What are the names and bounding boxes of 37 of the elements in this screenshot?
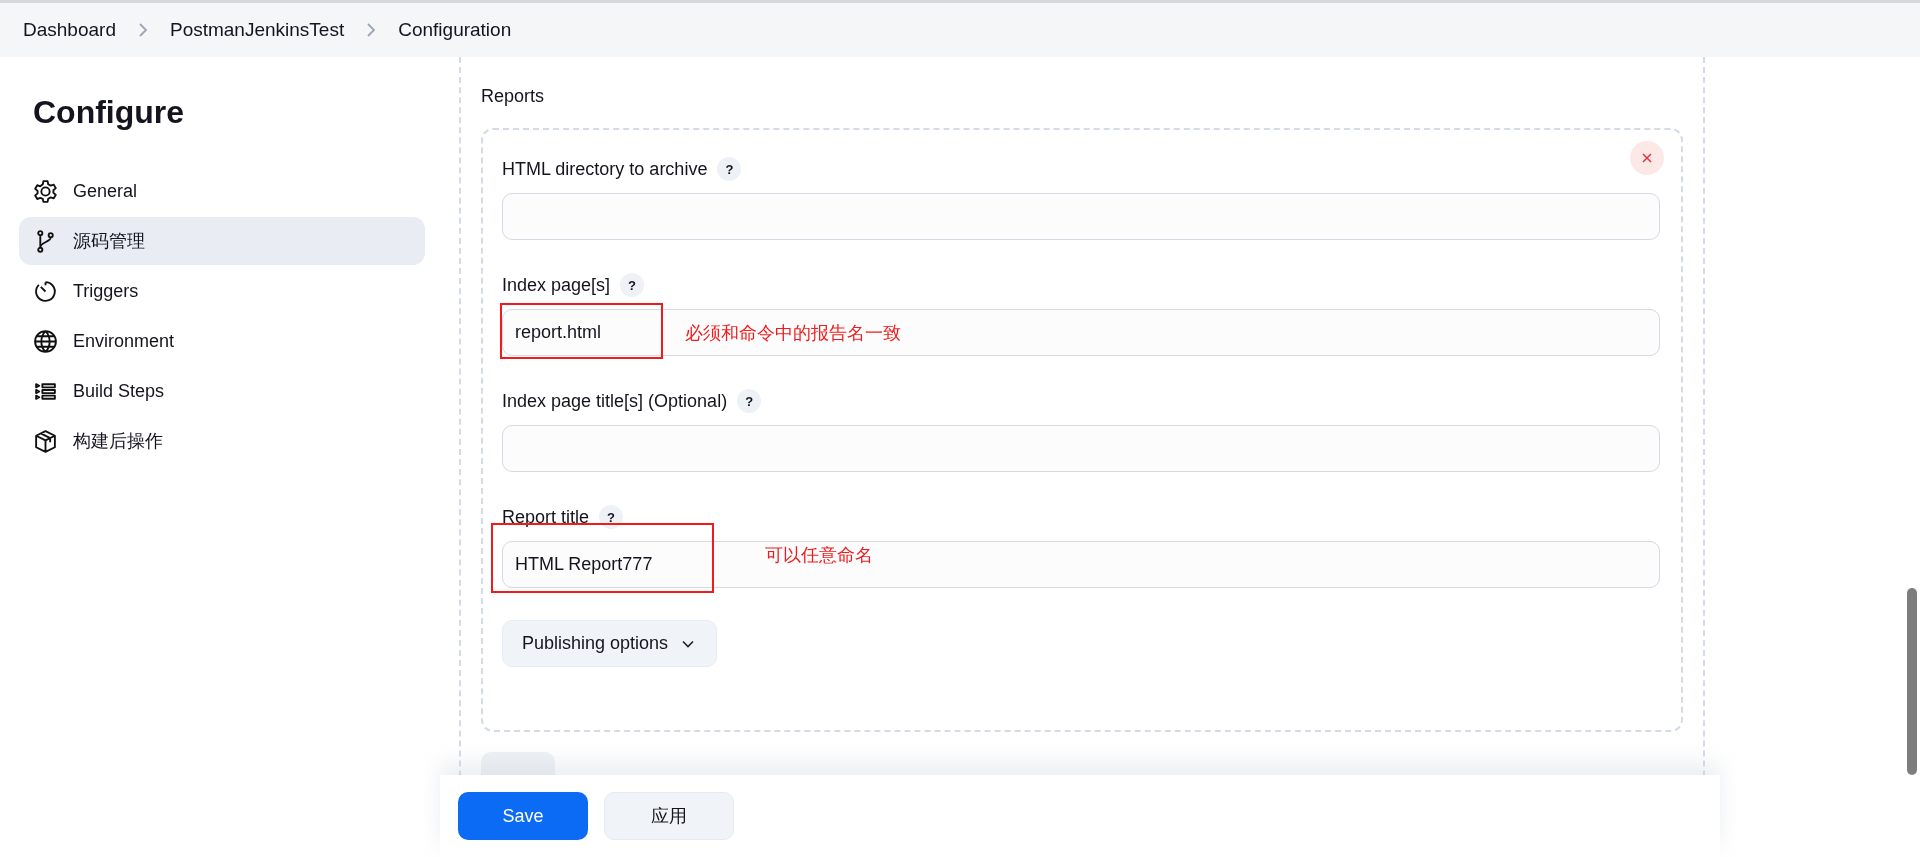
apply-button[interactable]: 应用	[604, 792, 734, 840]
input-field[interactable]	[502, 425, 1660, 472]
field-label: Report title	[502, 506, 590, 528]
sidebar-item[interactable]: Triggers	[19, 267, 425, 315]
chevron-right-icon	[366, 22, 377, 38]
publishing-options-button[interactable]: Publishing options	[502, 620, 718, 667]
save-button[interactable]: Save	[458, 792, 588, 840]
help-button[interactable]: ?	[599, 505, 624, 529]
close-icon	[1641, 152, 1653, 164]
scrollbar-thumb[interactable]	[1907, 588, 1917, 775]
page-title: Configure	[33, 93, 186, 132]
sidebar-item[interactable]: General	[19, 167, 425, 215]
sidebar-item[interactable]: 源码管理	[19, 217, 425, 265]
gear-icon	[33, 178, 58, 204]
chevron-down-icon	[682, 639, 695, 648]
close-button[interactable]	[1630, 141, 1664, 175]
add-button[interactable]	[481, 752, 555, 776]
annotation-note: 可以任意命名	[765, 544, 873, 567]
sidebar-item[interactable]: Build Steps	[19, 367, 425, 415]
sidebar-item[interactable]: Environment	[19, 317, 425, 365]
section-title: Reports	[481, 86, 546, 107]
breadcrumb-link[interactable]: PostmanJenkinsTest	[169, 19, 345, 41]
globe-icon	[33, 328, 58, 354]
annotation-note: 必须和命令中的报告名一致	[685, 322, 901, 345]
help-button[interactable]: ?	[737, 389, 762, 413]
sidebar-item[interactable]: 构建后操作	[19, 417, 425, 465]
timer-icon	[33, 278, 58, 304]
breadcrumb-link[interactable]: Dashboard	[23, 19, 116, 41]
breadcrumb-link[interactable]: Configuration	[398, 19, 512, 41]
input-field[interactable]	[502, 193, 1660, 240]
help-button[interactable]: ?	[620, 273, 645, 297]
help-button[interactable]: ?	[717, 157, 742, 181]
field-label: HTML directory to archive	[502, 158, 708, 180]
chevron-right-icon	[137, 22, 148, 38]
package-icon	[33, 428, 58, 454]
field-label: Index page title[s] (Optional)	[502, 390, 728, 412]
field-label: Index page[s]	[502, 274, 611, 296]
